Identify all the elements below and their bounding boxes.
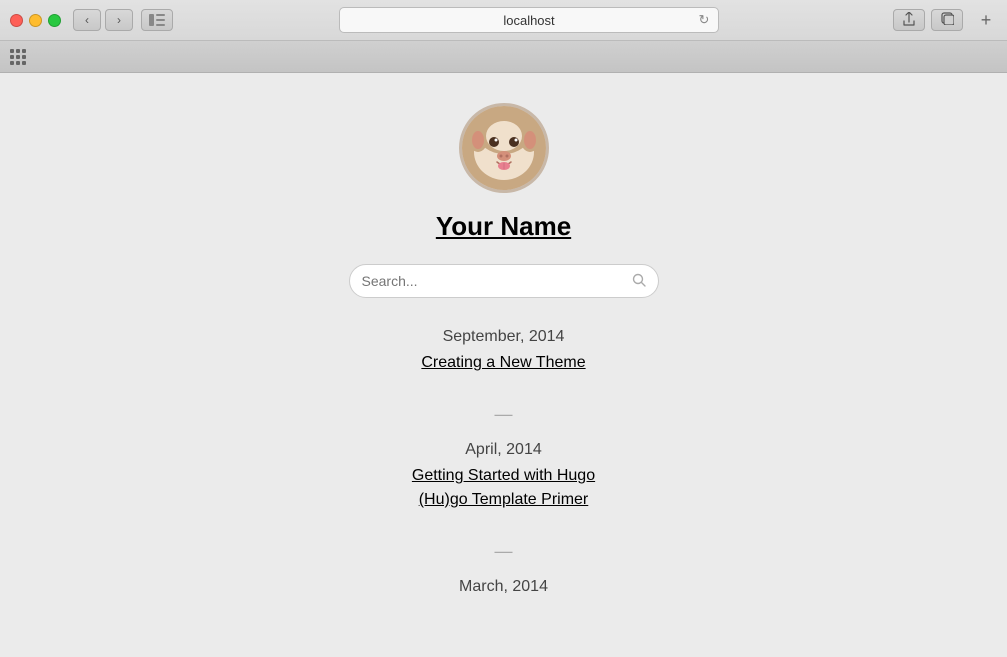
date-group-september-2014: September, 2014 Creating a New Theme — [224, 328, 784, 378]
apps-dot — [16, 49, 20, 53]
back-button[interactable]: ‹ — [73, 9, 101, 31]
post-link-hugo-template[interactable]: (Hu)go Template Primer — [419, 491, 589, 509]
date-label-september: September, 2014 — [443, 328, 565, 346]
page-content: Your Name September, 2014 Creating a New… — [0, 73, 1007, 657]
apps-dot — [10, 61, 14, 65]
add-tab-button[interactable]: + — [975, 9, 997, 31]
url-text: localhost — [503, 13, 554, 28]
forward-button[interactable]: › — [105, 9, 133, 31]
post-link-getting-started[interactable]: Getting Started with Hugo — [412, 467, 595, 485]
url-bar-wrapper: localhost ↻ — [181, 7, 877, 33]
apps-dot — [16, 55, 20, 59]
content-section: September, 2014 Creating a New Theme — A… — [224, 328, 784, 614]
tabs-button[interactable] — [931, 9, 963, 31]
reload-button[interactable]: ↻ — [696, 12, 712, 28]
apps-dot — [22, 61, 26, 65]
toolbar-bar — [0, 40, 1007, 72]
apps-dot — [16, 61, 20, 65]
section-divider-1: — — [495, 404, 513, 425]
browser-actions — [893, 9, 963, 31]
avatar — [459, 103, 549, 193]
title-bar: ‹ › localhost ↻ — [0, 0, 1007, 40]
date-label-march: March, 2014 — [459, 578, 548, 596]
date-group-march-2014: March, 2014 — [224, 578, 784, 604]
url-bar[interactable]: localhost ↻ — [339, 7, 719, 33]
close-button[interactable] — [10, 14, 23, 27]
site-title: Your Name — [436, 211, 571, 242]
forward-icon: › — [117, 13, 121, 27]
tabs-icon — [941, 12, 954, 28]
date-group-april-2014: April, 2014 Getting Started with Hugo (H… — [224, 441, 784, 515]
date-label-april: April, 2014 — [465, 441, 542, 459]
share-button[interactable] — [893, 9, 925, 31]
apps-dot — [10, 49, 14, 53]
section-divider-2: — — [495, 541, 513, 562]
back-icon: ‹ — [85, 13, 89, 27]
sidebar-icon — [149, 14, 165, 26]
apps-dot — [10, 55, 14, 59]
share-icon — [903, 12, 915, 29]
apps-dot — [22, 55, 26, 59]
nav-buttons: ‹ › — [73, 9, 133, 31]
sidebar-toggle[interactable] — [141, 9, 173, 31]
browser-chrome: ‹ › localhost ↻ — [0, 0, 1007, 73]
apps-icon[interactable] — [10, 49, 32, 65]
post-link-creating-new-theme[interactable]: Creating a New Theme — [421, 354, 585, 372]
search-bar[interactable] — [349, 264, 659, 298]
avatar-image — [462, 106, 546, 190]
minimize-button[interactable] — [29, 14, 42, 27]
search-input[interactable] — [362, 273, 632, 289]
maximize-button[interactable] — [48, 14, 61, 27]
apps-dot — [22, 49, 26, 53]
traffic-lights — [10, 14, 61, 27]
search-icon — [632, 273, 646, 290]
